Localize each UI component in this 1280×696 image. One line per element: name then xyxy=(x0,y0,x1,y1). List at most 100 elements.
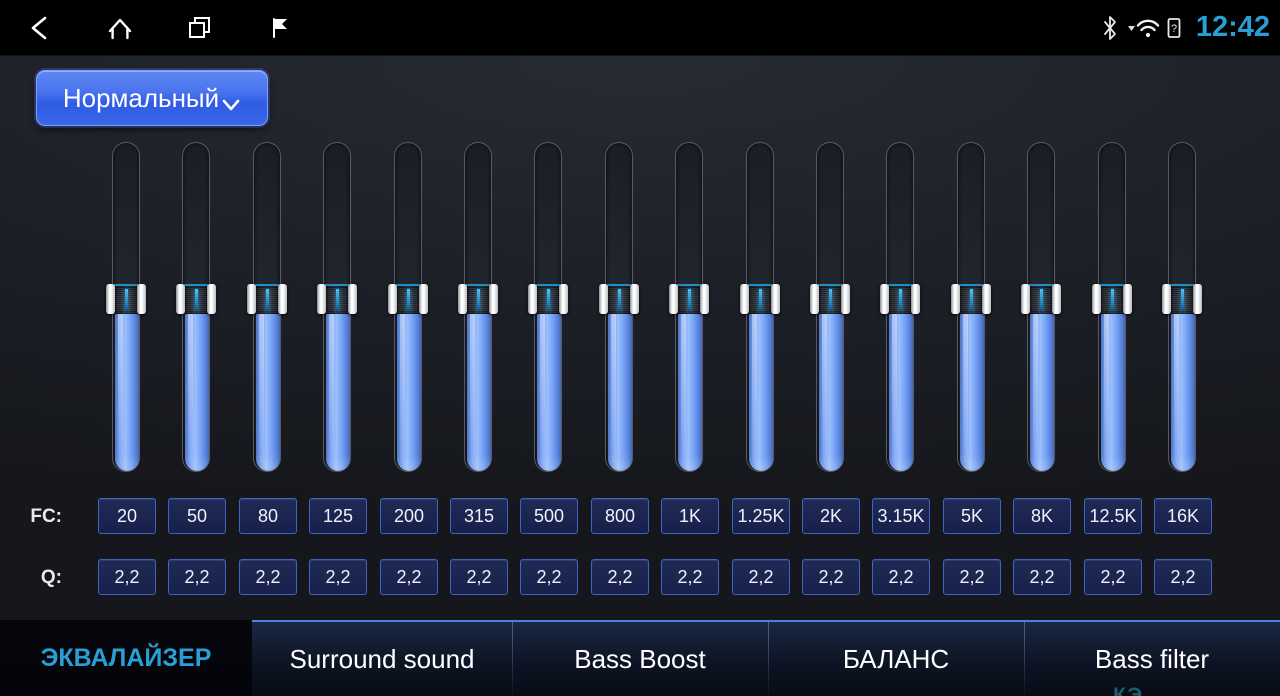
slider-thumb[interactable] xyxy=(528,284,568,314)
fc-cell[interactable]: 315 xyxy=(450,498,508,534)
q-cell[interactable]: 2,2 xyxy=(239,559,297,595)
q-cell[interactable]: 2,2 xyxy=(520,559,578,595)
slider-thumb-grip-right xyxy=(771,284,780,314)
q-cell[interactable]: 2,2 xyxy=(98,559,156,595)
slider-thumb-grip-right xyxy=(1123,284,1132,314)
watermark: КЭ xyxy=(1113,684,1144,696)
q-cell[interactable]: 2,2 xyxy=(1013,559,1071,595)
navigation-buttons xyxy=(0,0,320,56)
slider-thumb-grip-right xyxy=(1193,284,1202,314)
fc-cell[interactable]: 16K xyxy=(1154,498,1212,534)
sim-icon: ? xyxy=(1166,16,1182,40)
slider-thumb[interactable] xyxy=(317,284,357,314)
slider-thumb-core xyxy=(184,284,208,314)
q-cell[interactable]: 2,2 xyxy=(802,559,860,595)
q-cell[interactable]: 2,2 xyxy=(591,559,649,595)
fc-cell[interactable]: 125 xyxy=(309,498,367,534)
slider-thumb[interactable] xyxy=(740,284,780,314)
slider-fill xyxy=(889,299,913,471)
slider-thumb-grip-left xyxy=(599,284,608,314)
fc-cell[interactable]: 50 xyxy=(168,498,226,534)
tab-item-2[interactable]: Bass Boost xyxy=(512,620,768,696)
wifi-icon xyxy=(1126,15,1160,41)
system-status-icons: ? 12:42 xyxy=(1100,0,1270,56)
tab-item-3[interactable]: БАЛАНС xyxy=(768,620,1024,696)
bluetooth-icon xyxy=(1100,15,1120,41)
home-button[interactable] xyxy=(80,0,160,56)
slider-thumb-grip-left xyxy=(388,284,397,314)
fc-cell[interactable]: 80 xyxy=(239,498,297,534)
tab-item-1[interactable]: Surround sound xyxy=(252,620,512,696)
slider-thumb-grip-right xyxy=(419,284,428,314)
q-cell[interactable]: 2,2 xyxy=(450,559,508,595)
tab-item-4[interactable]: Bass filter xyxy=(1024,620,1280,696)
slider-thumb-grip-left xyxy=(880,284,889,314)
status-clock: 12:42 xyxy=(1195,10,1270,43)
fc-cell[interactable]: 1.25K xyxy=(732,498,790,534)
slider-thumb[interactable] xyxy=(599,284,639,314)
fc-cell[interactable]: 800 xyxy=(591,498,649,534)
slider-thumb-grip-right xyxy=(348,284,357,314)
recents-button[interactable] xyxy=(160,0,240,56)
fc-cell[interactable]: 12.5K xyxy=(1084,498,1142,534)
fc-cell[interactable]: 2K xyxy=(802,498,860,534)
flag-button[interactable] xyxy=(240,0,320,56)
recents-icon xyxy=(185,13,215,43)
slider-thumb-grip-left xyxy=(176,284,185,314)
slider-fill xyxy=(537,299,561,471)
fc-cell[interactable]: 200 xyxy=(380,498,438,534)
slider-thumb[interactable] xyxy=(1092,284,1132,314)
q-cell[interactable]: 2,2 xyxy=(1084,559,1142,595)
q-cell[interactable]: 2,2 xyxy=(872,559,930,595)
slider-thumb[interactable] xyxy=(1162,284,1202,314)
slider-thumb-core xyxy=(396,284,420,314)
slider-thumb-grip-left xyxy=(951,284,960,314)
slider-fill xyxy=(1030,299,1054,471)
slider-thumb[interactable] xyxy=(669,284,709,314)
q-cell[interactable]: 2,2 xyxy=(943,559,1001,595)
slider-thumb-grip-right xyxy=(841,284,850,314)
q-cell[interactable]: 2,2 xyxy=(380,559,438,595)
slider-thumb-grip-right xyxy=(559,284,568,314)
fc-cell[interactable]: 500 xyxy=(520,498,578,534)
fc-cell[interactable]: 1K xyxy=(661,498,719,534)
q-cell[interactable]: 2,2 xyxy=(661,559,719,595)
slider-thumb-grip-left xyxy=(1162,284,1171,314)
tab-divider xyxy=(512,622,513,696)
q-cell[interactable]: 2,2 xyxy=(168,559,226,595)
chevron-left-icon xyxy=(25,13,55,43)
slider-thumb-grip-right xyxy=(137,284,146,314)
slider-thumb-core xyxy=(888,284,912,314)
slider-thumb[interactable] xyxy=(106,284,146,314)
home-icon xyxy=(105,13,135,43)
slider-thumb-grip-right xyxy=(982,284,991,314)
slider-thumb[interactable] xyxy=(247,284,287,314)
slider-thumb-grip-left xyxy=(458,284,467,314)
slider-thumb-grip-left xyxy=(528,284,537,314)
slider-thumb-core xyxy=(1100,284,1124,314)
slider-thumb[interactable] xyxy=(951,284,991,314)
slider-thumb-grip-right xyxy=(207,284,216,314)
slider-thumb-core xyxy=(1029,284,1053,314)
q-cell[interactable]: 2,2 xyxy=(732,559,790,595)
slider-thumb[interactable] xyxy=(880,284,920,314)
fc-cell[interactable]: 20 xyxy=(98,498,156,534)
tab-divider xyxy=(768,622,769,696)
slider-thumb[interactable] xyxy=(810,284,850,314)
slider-thumb[interactable] xyxy=(388,284,428,314)
slider-thumb-grip-right xyxy=(489,284,498,314)
fc-cell[interactable]: 5K xyxy=(943,498,1001,534)
equalizer-screen: ? 12:42 Нормальный FC: Q: 20 2,2 50 2,2 80 2,2 1… xyxy=(0,0,1280,696)
slider-thumb-grip-left xyxy=(106,284,115,314)
slider-thumb-core xyxy=(959,284,983,314)
fc-row-label: FC: xyxy=(30,506,62,527)
fc-cell[interactable]: 3.15K xyxy=(872,498,930,534)
slider-thumb[interactable] xyxy=(1021,284,1061,314)
back-button[interactable] xyxy=(0,0,80,56)
q-cell[interactable]: 2,2 xyxy=(309,559,367,595)
slider-thumb[interactable] xyxy=(458,284,498,314)
tab-equalizer[interactable]: ЭКВАЛАЙЗЕР xyxy=(0,620,252,696)
q-cell[interactable]: 2,2 xyxy=(1154,559,1212,595)
fc-cell[interactable]: 8K xyxy=(1013,498,1071,534)
slider-thumb[interactable] xyxy=(176,284,216,314)
